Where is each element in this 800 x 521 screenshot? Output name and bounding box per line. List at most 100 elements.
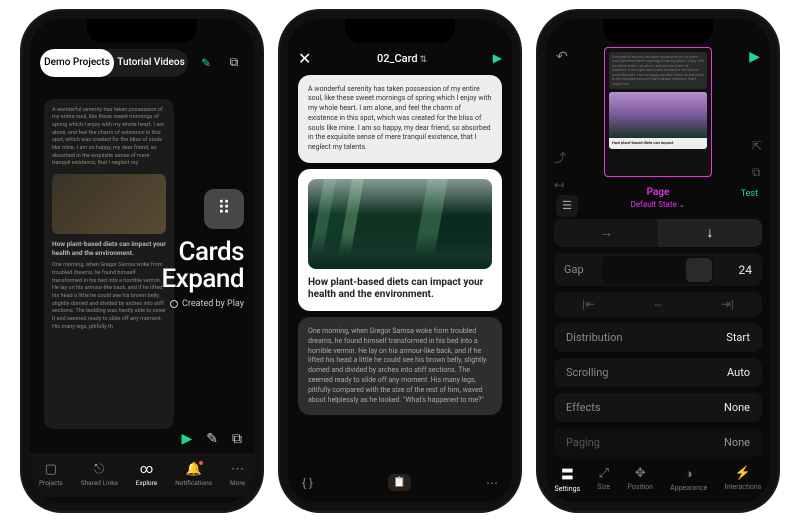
shared-links-icon: ⎋ [94,462,104,477]
tab-label: Projects [39,479,63,487]
tab-label: Settings [555,485,581,493]
segmented-control[interactable]: Demo Projects Tutorial Videos [40,49,188,77]
selection-info: Page Default State ⌄ Test [546,187,770,209]
scrolling-row[interactable]: Scrolling Auto [554,358,762,387]
ellipsis-icon[interactable]: ⋯ [486,476,498,490]
clipboard-icon[interactable]: 📋 [388,474,410,491]
tab-label: Interactions [724,483,761,491]
mini-forest-image [609,92,707,138]
prop-value: Auto [727,366,750,379]
image-card-headline: How plant-based diets can impact your he… [308,277,492,301]
align-center-icon[interactable]: ⇔ [623,292,692,317]
axis-horizontal[interactable]: → [554,219,658,248]
card-actions: ▶ ✎ ⧉ [181,431,242,447]
settings-icon: 〓 [561,464,574,483]
align-top-icon[interactable]: ⤴ [554,149,566,166]
tab-label: Notifications [175,479,212,487]
tab-shared-links[interactable]: ⎋ Shared Links [81,462,118,487]
mini-headline: How plant-based diets can impact [609,138,707,149]
phone-inspector: ↶ ▶ A wonderful serenity has taken posse… [538,11,778,511]
state-label: Default State [631,200,677,209]
play-icon[interactable]: ▶ [493,51,502,65]
duplicate-icon[interactable]: ⧉ [752,165,762,180]
axis-selector[interactable]: → ↓ [554,219,762,248]
tab-interactions[interactable]: ⚡ Interactions [724,466,761,491]
page-title-dropdown[interactable]: 02_Card⇅ [377,52,427,65]
tab-explore[interactable]: ∞ Explore [136,462,157,487]
author-avatar-icon [170,300,178,308]
chevron-updown-icon: ⇅ [420,55,428,65]
segment-demo-projects[interactable]: Demo Projects [40,49,114,77]
position-icon: ✥ [635,466,646,481]
segment-tutorial-videos[interactable]: Tutorial Videos [114,49,188,77]
phone-canvas: ✕ 02_Card⇅ ▶ A wonderful serenity has ta… [280,11,520,511]
prop-label: Paging [566,436,600,449]
card-paragraph-2: One morning, when Gregor Samsa woke from… [52,262,166,331]
byline-text: Created by Play [182,299,244,309]
chevron-down-icon: ⌄ [679,200,686,209]
tab-label: Position [627,483,653,491]
projects-icon: ▢ [45,462,57,477]
prop-label: Scrolling [566,366,608,379]
text-card-2[interactable]: One morning, when Gregor Samsa woke from… [298,317,502,415]
pen-icon[interactable]: ✎ [196,53,216,73]
undo-icon[interactable]: ↶ [556,49,568,65]
left-toolbar: ⤴ ↤ [554,149,566,192]
state-dropdown[interactable]: Default State ⌄ [546,200,770,209]
bottom-tab-bar: ▢ Projects ⎋ Shared Links ∞ Explore 🔔 No… [30,453,254,497]
align-start-icon[interactable]: |⇤ [554,292,623,317]
code-icon[interactable]: { } [302,476,313,490]
size-icon: ⤢ [599,466,609,481]
axis-vertical[interactable]: ↓ [658,219,762,248]
tab-notifications[interactable]: 🔔 Notifications [175,462,212,487]
background-card-preview: A wonderful serenity has taken possessio… [44,99,174,429]
selected-element-name[interactable]: Page [546,187,770,198]
inspector-tab-bar: 〓 Settings ⤢ Size ✥ Position ◑ Appearanc… [546,459,770,499]
play-icon[interactable]: ▶ [181,431,192,447]
effects-row[interactable]: Effects None [554,393,762,422]
card-image-placeholder [52,174,166,234]
canvas-body[interactable]: A wonderful serenity has taken possessio… [298,75,502,467]
right-toolbar: ⇱ ⧉ [752,139,762,180]
tab-projects[interactable]: ▢ Projects [39,462,63,487]
project-byline: Created by Play [161,299,244,309]
gap-slider[interactable] [602,256,714,284]
more-icon: ⋯ [231,462,244,477]
prop-value: None [724,401,750,414]
text-card-1[interactable]: A wonderful serenity has taken possessio… [298,75,502,164]
explore-icon: ∞ [140,462,153,477]
prop-label: Effects [566,401,601,414]
add-layer-icon[interactable]: ⧉ [224,53,244,73]
duplicate-icon[interactable]: ⧉ [232,431,242,447]
gap-value[interactable]: 24 [722,263,752,277]
edit-icon[interactable]: ✎ [206,431,218,447]
image-card[interactable]: How plant-based diets can impact your he… [298,169,502,311]
alignment-control[interactable]: |⇤ ⇔ ⇥| [554,292,762,317]
tab-settings[interactable]: 〓 Settings [555,464,581,493]
tab-position[interactable]: ✥ Position [627,466,653,491]
mini-text-card: A wonderful serenity has taken possessio… [609,52,707,90]
interactions-icon: ⚡ [735,466,751,481]
close-icon[interactable]: ✕ [298,49,311,68]
bring-forward-icon[interactable]: ⇱ [752,139,762,153]
gap-control: Gap 24 [554,253,762,285]
page-title-text: 02_Card [377,52,418,65]
slider-knob[interactable] [686,258,712,282]
distribution-row[interactable]: Distribution Start [554,323,762,352]
paging-row[interactable]: Paging None [554,428,762,457]
tab-label: Explore [136,479,157,487]
project-title-line1: Cards [161,239,244,266]
gap-label: Gap [564,263,594,276]
selected-page-preview[interactable]: A wonderful serenity has taken possessio… [604,47,712,177]
prop-value: None [724,436,750,449]
mini-image-card: How plant-based diets can impact [609,92,707,149]
prop-label: Distribution [566,331,622,344]
align-end-icon[interactable]: ⇥| [693,292,762,317]
tab-label: Appearance [670,484,707,492]
tab-appearance[interactable]: ◑ Appearance [670,466,707,492]
tab-more[interactable]: ⋯ More [230,462,245,487]
tab-size[interactable]: ⤢ Size [597,466,610,491]
play-icon[interactable]: ▶ [749,49,760,65]
test-button[interactable]: Test [741,189,758,199]
notch [603,19,713,43]
